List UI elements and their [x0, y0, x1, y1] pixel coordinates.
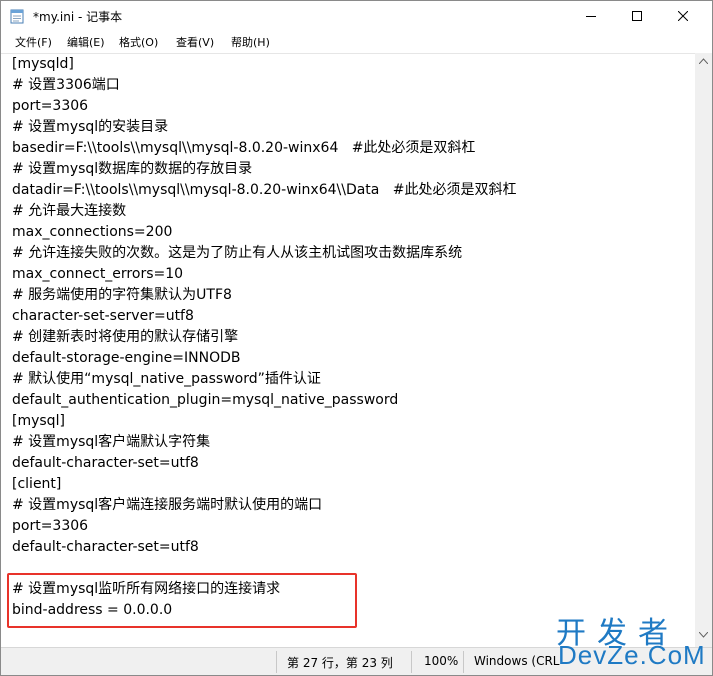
menu-edit[interactable]: 编辑(E) [67, 34, 105, 50]
text-line: default-storage-engine=INNODB [12, 350, 241, 366]
close-icon [678, 11, 688, 21]
title-bar[interactable]: *my.ini - 记事本 [1, 1, 712, 31]
text-line: datadir=F:\\tools\\mysql\\mysql-8.0.20-w… [12, 182, 517, 198]
text-line: max_connections=200 [12, 224, 173, 240]
cursor-position: 第 27 行，第 23 列 [287, 656, 393, 670]
text-line: character-set-server=utf8 [12, 308, 194, 324]
text-line: default_authentication_plugin=mysql_nati… [12, 392, 399, 408]
minimize-button[interactable] [568, 1, 614, 31]
notepad-icon [10, 8, 24, 24]
text-line: # 设置mysql客户端连接服务端时默认使用的端口 [12, 497, 323, 513]
text-line: port=3306 [12, 98, 89, 114]
text-editor[interactable]: [mysqld] # 设置3306端口 port=3306 # 设置mysql的… [1, 53, 695, 648]
text-line: port=3306 [12, 518, 89, 534]
menu-format[interactable]: 格式(O) [119, 34, 158, 50]
menu-help[interactable]: 帮助(H) [231, 34, 270, 50]
maximize-icon [632, 11, 642, 21]
text-line: # 允许连接失败的次数。这是为了防止有人从该主机试图攻击数据库系统 [12, 245, 463, 261]
text-line: # 默认使用“mysql_native_password”插件认证 [12, 371, 321, 387]
menu-view[interactable]: 查看(V) [176, 34, 214, 50]
text-line: [mysql] [12, 413, 65, 429]
window-title: *my.ini - 记事本 [33, 10, 123, 24]
text-line: # 服务端使用的字符集默认为UTF8 [12, 287, 232, 303]
maximize-button[interactable] [614, 1, 660, 31]
status-separator [276, 651, 277, 673]
text-line: # 设置mysql的安装目录 [12, 119, 169, 135]
scroll-up-arrow-icon[interactable] [699, 58, 708, 64]
minimize-icon [586, 16, 596, 17]
text-line: # 设置mysql数据库的数据的存放目录 [12, 161, 253, 177]
text-line: # 允许最大连接数 [12, 203, 127, 219]
status-separator [411, 651, 412, 673]
text-line: basedir=F:\\tools\\mysql\\mysql-8.0.20-w… [12, 140, 476, 156]
status-separator [463, 651, 464, 673]
menu-file[interactable]: 文件(F) [15, 34, 52, 50]
text-line: default-character-set=utf8 [12, 539, 199, 555]
text-line: [mysqld] [12, 56, 74, 72]
watermark-english: DevZe.CoM [558, 640, 706, 670]
text-line: max_connect_errors=10 [12, 266, 184, 282]
text-line: # 设置3306端口 [12, 77, 120, 93]
line-ending: Windows (CRL [474, 654, 560, 668]
text-line: [client] [12, 476, 62, 492]
notepad-window: *my.ini - 记事本 文件(F) 编辑(E) 格式(O) 查看(V) 帮助… [0, 0, 713, 676]
highlight-box [7, 573, 357, 628]
scroll-down-arrow-icon[interactable] [699, 632, 708, 638]
zoom-level: 100% [424, 654, 459, 668]
close-button[interactable] [660, 1, 706, 31]
vertical-scrollbar[interactable] [695, 53, 712, 647]
text-line: # 设置mysql客户端默认字符集 [12, 434, 211, 450]
menu-bar: 文件(F) 编辑(E) 格式(O) 查看(V) 帮助(H) [1, 31, 712, 53]
text-line: default-character-set=utf8 [12, 455, 199, 471]
text-line: # 创建新表时将使用的默认存储引擎 [12, 329, 239, 345]
